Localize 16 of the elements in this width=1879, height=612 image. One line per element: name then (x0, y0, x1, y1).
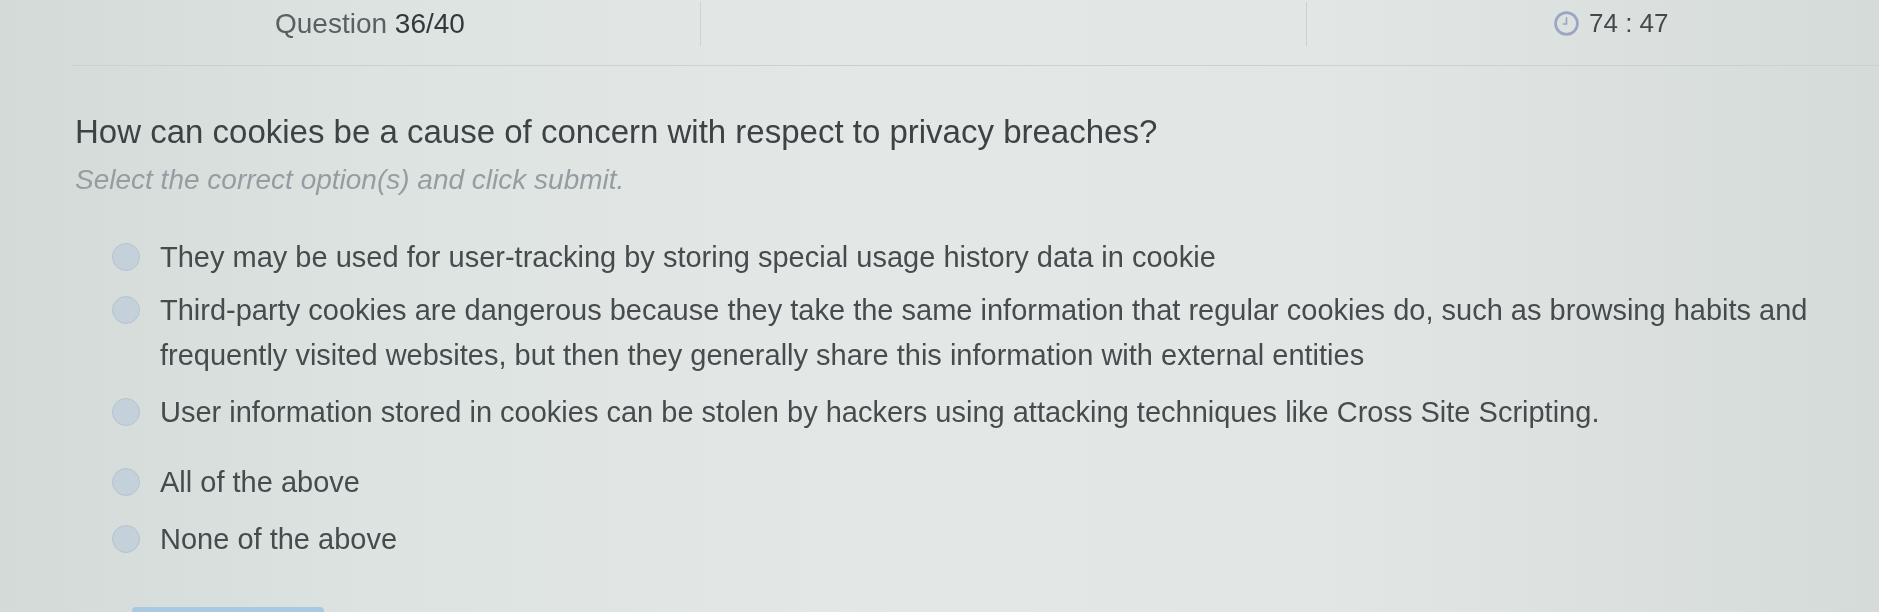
radio-button[interactable] (112, 525, 140, 553)
clock-icon (1554, 11, 1579, 36)
option-label[interactable]: They may be used for user-tracking by storing special usage history data in cookie (160, 235, 1216, 280)
radio-button[interactable] (112, 398, 140, 426)
option-label[interactable]: Third-party cookies are dangerous because they take the same information that regular cookies do, such as browsing habits and frequently visited websites, but then they generally share this information with external entities (160, 288, 1860, 378)
cut-off-button[interactable] (132, 607, 324, 612)
option-label[interactable]: None of the above (160, 517, 397, 562)
radio-button[interactable] (112, 468, 140, 496)
question-text: How can cookies be a cause of concern with respect to privacy breaches? (75, 112, 1159, 152)
instruction-text: Select the correct option(s) and click submit. (75, 163, 626, 197)
question-counter: Question 36/40 (275, 7, 465, 40)
radio-button[interactable] (112, 243, 140, 271)
radio-button[interactable] (112, 296, 140, 324)
option-label[interactable]: All of the above (160, 460, 360, 505)
option-label[interactable]: User information stored in cookies can be stolen by hackers using attacking techniques like Cross Site Scripting. (160, 390, 1600, 435)
timer-text: 74 : 47 (1589, 8, 1669, 39)
